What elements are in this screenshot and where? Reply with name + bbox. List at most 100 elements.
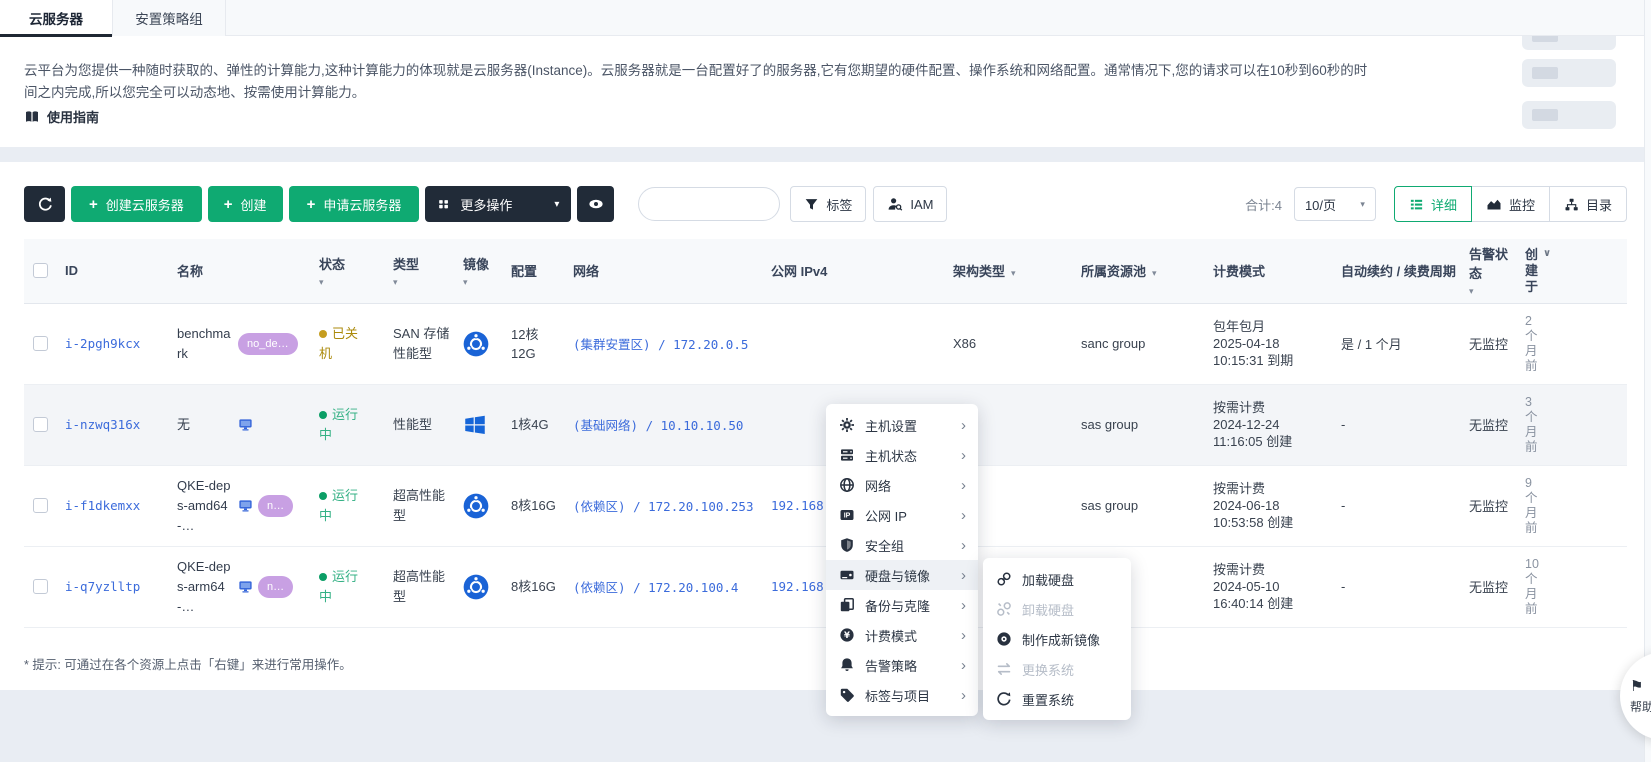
view-toggle-group: 详细 监控 目录 (1394, 186, 1627, 222)
col-header-公网 IPv4: 公网 IPv4 (766, 239, 948, 303)
select-all-checkbox[interactable] (33, 263, 48, 278)
swap-icon (995, 661, 1012, 677)
server-id-link[interactable]: i-f1dkemxx (65, 498, 140, 513)
scrollbar-track[interactable] (1644, 0, 1651, 762)
col-header-告警状态[interactable]: 告警状态▾ (1464, 239, 1520, 303)
server-id-link[interactable]: i-nzwq316x (65, 417, 140, 432)
svg-text:¥: ¥ (844, 631, 850, 641)
filter-icon[interactable]: ▾ (393, 277, 446, 288)
name-cell: QKE-deps-arm64-…n… (172, 546, 314, 627)
search-input[interactable] (638, 187, 780, 221)
tip-text: * 提示: 可通过在各个资源上点击「右键」来进行常用操作。 (24, 654, 352, 673)
usage-guide-link[interactable]: 使用指南 (24, 107, 99, 126)
type-cell: 超高性能型 (388, 465, 458, 546)
menu-item-label: 硬盘与镜像 (865, 566, 930, 585)
col-header-所属资源池[interactable]: 所属资源池▾ (1076, 239, 1208, 303)
col-header-计费模式: 计费模式 (1208, 239, 1336, 303)
row-checkbox[interactable] (33, 498, 48, 513)
filter-icon[interactable]: ▾ (1011, 268, 1016, 279)
submenu-item-加载硬盘[interactable]: 加载硬盘 (983, 564, 1131, 594)
page-size-select[interactable]: 10/页 ▾ (1294, 187, 1376, 221)
network-link[interactable]: (依赖区) / 172.20.100.253 (573, 499, 754, 514)
context-menu-item-备份与克隆[interactable]: 备份与克隆› (826, 590, 978, 620)
tab-cloud-server[interactable]: 云服务器 (0, 0, 113, 36)
billing-line: 按需计费 (1213, 399, 1324, 416)
view-monitor-button[interactable]: 监控 (1471, 186, 1550, 222)
context-menu-item-网络[interactable]: 网络› (826, 470, 978, 500)
submenu-item-制作成新镜像[interactable]: 制作成新镜像 (983, 624, 1131, 654)
row-select-cell (24, 465, 60, 546)
request-server-button[interactable]: + 申请云服务器 (289, 186, 420, 222)
monitor-icon[interactable] (238, 418, 253, 432)
row-checkbox[interactable] (33, 336, 48, 351)
monitor-icon[interactable] (238, 580, 253, 594)
alarm-cell: 无监控 (1464, 303, 1520, 384)
visibility-button[interactable] (577, 186, 614, 222)
menu-item-label: 告警策略 (865, 656, 917, 675)
sort-icon[interactable]: ∨ (1543, 248, 1551, 295)
server-id-link[interactable]: i-q7yzlltp (65, 579, 140, 594)
network-link[interactable]: (依赖区) / 172.20.100.4 (573, 580, 738, 595)
chevron-right-icon: › (961, 658, 966, 673)
view-detail-button[interactable]: 详细 (1394, 186, 1472, 222)
coin-icon: ¥ (838, 627, 855, 643)
monitor-icon[interactable] (238, 499, 253, 513)
status-inner: 运行中 (319, 486, 365, 526)
col-header-创建于[interactable]: 创建于∨ (1520, 239, 1627, 303)
context-menu-item-硬盘与镜像[interactable]: 硬盘与镜像› (826, 560, 978, 590)
context-menu-item-告警策略[interactable]: 告警策略 › (826, 650, 978, 680)
ip-icon: IP (838, 507, 855, 523)
submenu-item-重置系统[interactable]: 重置系统 (983, 684, 1131, 714)
id-cell: i-f1dkemxx (60, 465, 172, 546)
name-cell: 无 (172, 384, 314, 465)
row-checkbox[interactable] (33, 417, 48, 432)
col-header-镜像[interactable]: 镜像▾ (458, 239, 506, 303)
billing-cell: 按需计费2024-05-1016:40:14 创建 (1208, 546, 1336, 627)
svg-text:IP: IP (843, 513, 850, 520)
chevron-right-icon: › (961, 688, 966, 703)
col-header-label: ID (65, 263, 78, 278)
table-row: i-2pgh9kcxbenchmarkno_de…已关机SAN 存储性能型12核… (24, 303, 1627, 384)
shield-icon (838, 537, 855, 553)
status-cell: 运行中 (314, 465, 388, 546)
iam-button[interactable]: IAM (873, 186, 947, 222)
col-header-架构类型[interactable]: 架构类型▾ (948, 239, 1076, 303)
create-button[interactable]: + 创建 (208, 186, 283, 222)
filter-icon[interactable]: ▾ (1469, 286, 1508, 297)
context-menu-item-主机设置[interactable]: 主机设置› (826, 410, 978, 440)
row-select-cell (24, 303, 60, 384)
refresh-button[interactable] (24, 186, 65, 222)
arch-cell: X86 (948, 303, 1076, 384)
col-header-label: 类型 (393, 257, 419, 272)
col-header-状态[interactable]: 状态▾ (314, 239, 388, 303)
filter-icon[interactable]: ▾ (1152, 268, 1157, 279)
server-id-link[interactable]: i-2pgh9kcx (65, 336, 140, 351)
network-link[interactable]: (基础网络) / 10.10.10.50 (573, 418, 743, 433)
tab-placement-group[interactable]: 安置策略组 (113, 0, 226, 36)
context-menu: 主机设置›主机状态›网络›IP公网 IP›安全组›硬盘与镜像›备份与克隆›¥计费… (826, 404, 978, 716)
context-menu-item-公网 IP[interactable]: IP公网 IP› (826, 500, 978, 530)
renewal-cell: - (1336, 546, 1464, 627)
filter-icon[interactable]: ▾ (463, 277, 494, 288)
renewal-cell: - (1336, 465, 1464, 546)
tree-icon (1564, 197, 1579, 212)
create-server-button[interactable]: + 创建云服务器 (71, 186, 202, 222)
view-catalog-button[interactable]: 目录 (1549, 186, 1627, 222)
link-icon (995, 571, 1012, 587)
type-cell: SAN 存储性能型 (388, 303, 458, 384)
filter-icon[interactable]: ▾ (319, 277, 376, 288)
chart-area-icon (1486, 196, 1502, 212)
context-menu-item-计费模式[interactable]: ¥计费模式› (826, 620, 978, 650)
col-header-自动续约 / 续费周期: 自动续约 / 续费周期 (1336, 239, 1464, 303)
context-menu-item-主机状态[interactable]: 主机状态› (826, 440, 978, 470)
more-actions-button[interactable]: 更多操作 ▾ (425, 186, 571, 222)
context-menu-item-安全组[interactable]: 安全组› (826, 530, 978, 560)
col-header-ID: ID (60, 239, 172, 303)
config-cell: 1核4G (506, 384, 568, 465)
context-menu-item-标签与项目[interactable]: 标签与项目› (826, 680, 978, 710)
col-header-类型[interactable]: 类型 ▾ (388, 239, 458, 303)
row-checkbox[interactable] (33, 579, 48, 594)
network-link[interactable]: (集群安置区) / 172.20.0.5 (573, 337, 748, 352)
tag-filter-button[interactable]: 标签 (790, 186, 866, 222)
menu-item-label: 网络 (865, 476, 891, 495)
